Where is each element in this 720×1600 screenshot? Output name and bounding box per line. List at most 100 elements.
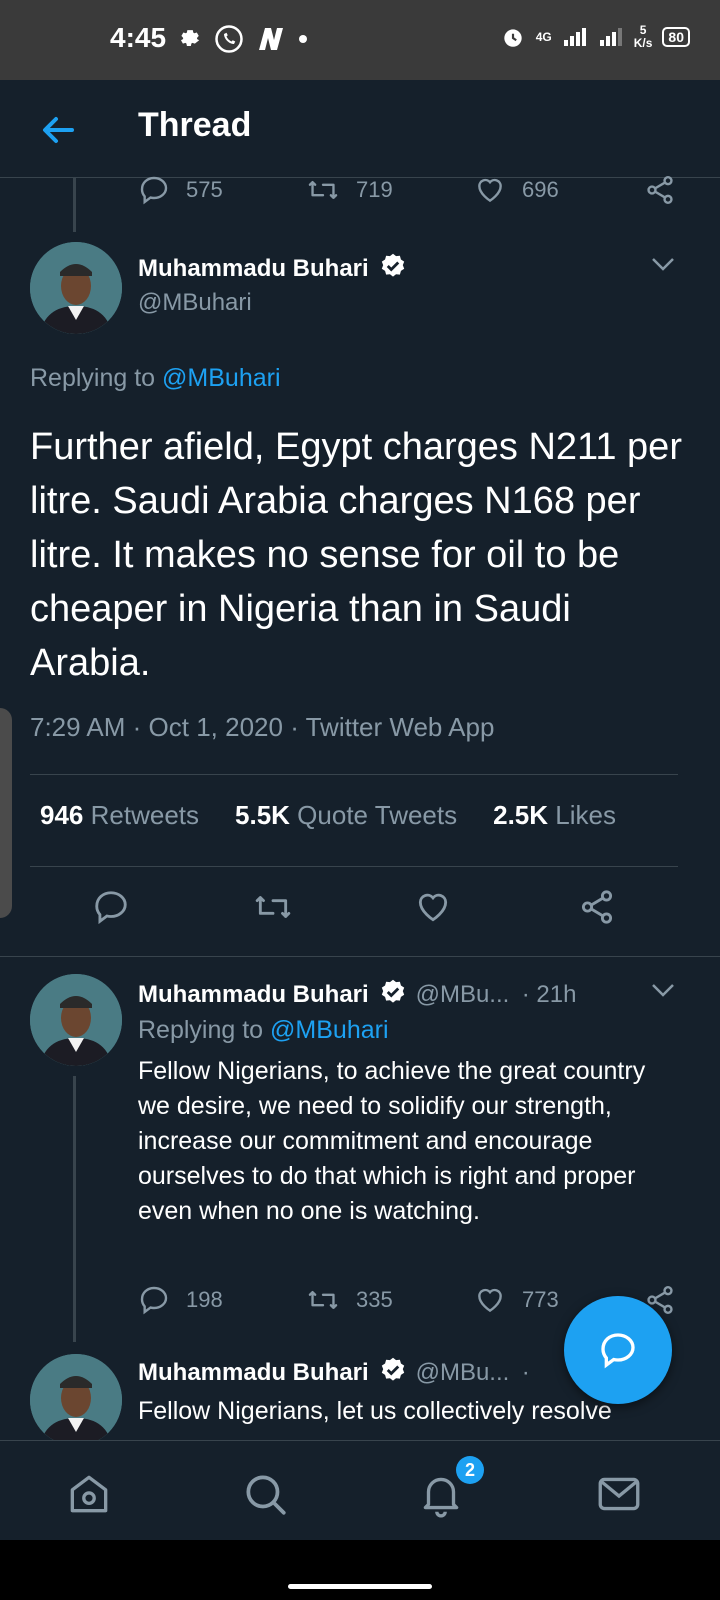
quotes-label: Quote Tweets xyxy=(297,800,458,830)
share-icon xyxy=(647,176,673,204)
avatar[interactable] xyxy=(30,242,122,334)
reply-count: 575 xyxy=(186,177,223,202)
divider xyxy=(30,774,678,775)
replying-to-line: Replying to @MBuhari xyxy=(138,1016,389,1045)
like-count: 696 xyxy=(522,177,559,202)
reply-action[interactable]: 575 xyxy=(138,174,223,206)
tweet-date: Oct 1, 2020 xyxy=(148,712,283,742)
share-icon[interactable] xyxy=(578,888,616,926)
reply-text: Fellow Nigerians, let us collectively re… xyxy=(138,1397,612,1425)
status-bar: 4:45 4G 5 K/s 80 xyxy=(0,0,720,80)
author-name[interactable]: Muhammadu Buhari xyxy=(138,255,369,282)
avatar[interactable] xyxy=(30,1354,122,1446)
bottom-nav xyxy=(0,1440,720,1540)
profile-photo-icon xyxy=(30,974,122,1066)
chevron-down-icon[interactable] xyxy=(650,980,676,1000)
replying-to-link[interactable]: @MBuhari xyxy=(270,1016,388,1044)
verified-badge-icon xyxy=(381,1357,405,1381)
n-app-icon xyxy=(259,28,283,50)
edge-panel-handle[interactable] xyxy=(0,708,12,918)
reply-action[interactable]: 198 xyxy=(138,1284,223,1316)
notification-dot-icon xyxy=(299,35,307,43)
tweet-text: Further afield, Egypt charges N211 per l… xyxy=(30,426,682,684)
retweet-icon xyxy=(308,1290,338,1310)
page-title: Thread xyxy=(138,106,252,144)
retweets-count: 946 xyxy=(40,800,84,830)
tweet-meta: 7:29 AM · Oct 1, 2020 · Twitter Web App xyxy=(30,712,494,743)
main-tweet-actions xyxy=(0,888,720,938)
likes-label: Likes xyxy=(555,800,616,830)
likes-count: 2.5K xyxy=(493,800,549,830)
author-handle[interactable]: @MBuhari xyxy=(138,289,407,317)
settings-gear-icon xyxy=(180,30,200,47)
main-tweet-author: Muhammadu Buhari @MBuhari xyxy=(138,252,407,317)
battery-level: 80 xyxy=(668,29,684,45)
signal-icon xyxy=(563,28,586,46)
divider xyxy=(0,956,720,957)
share-action[interactable] xyxy=(644,174,676,206)
retweet-icon xyxy=(308,180,338,200)
like-count: 773 xyxy=(522,1287,559,1312)
divider xyxy=(30,866,678,867)
author-handle[interactable]: @MBu... xyxy=(416,981,510,1008)
chevron-down-icon[interactable] xyxy=(650,254,676,274)
replying-to-link[interactable]: @MBuhari xyxy=(162,364,280,392)
status-left-icons xyxy=(176,24,308,54)
messages-mail-icon[interactable] xyxy=(594,1469,644,1519)
retweet-count: 335 xyxy=(356,1287,393,1312)
profile-photo-icon xyxy=(30,1354,122,1446)
retweet-action[interactable]: 335 xyxy=(306,1284,393,1316)
quote-tweets-stat[interactable]: 5.5K Quote Tweets xyxy=(235,800,457,831)
battery-icon: 80 xyxy=(662,27,690,47)
reply-icon xyxy=(140,1286,168,1315)
like-action[interactable]: 696 xyxy=(474,174,559,206)
back-arrow-icon xyxy=(43,117,74,143)
reply-icon xyxy=(140,176,168,205)
speed-unit: K/s xyxy=(633,36,653,50)
author-name[interactable]: Muhammadu Buhari xyxy=(138,981,369,1008)
back-button[interactable] xyxy=(38,110,78,150)
status-right-icons: 4G 5 K/s 80 xyxy=(500,24,690,50)
replying-prefix: Replying to xyxy=(30,364,156,392)
tweet-source[interactable]: Twitter Web App xyxy=(306,712,495,742)
retweets-stat[interactable]: 946 Retweets xyxy=(40,800,199,831)
retweet-count: 719 xyxy=(356,177,393,202)
thread-header: Thread xyxy=(0,80,720,178)
tweet-stats: 946 Retweets 5.5K Quote Tweets 2.5K Like… xyxy=(40,800,616,831)
alarm-icon xyxy=(504,29,522,47)
heart-icon xyxy=(478,178,502,203)
tweet-time: 7:29 AM xyxy=(30,712,126,742)
meta-sep-2: · xyxy=(290,712,306,742)
reply-text: Fellow Nigerians, to achieve the great c… xyxy=(138,1057,646,1225)
replying-prefix: Replying to xyxy=(138,1016,264,1044)
heart-icon[interactable] xyxy=(414,888,452,926)
network-type: 4G xyxy=(535,30,552,44)
retweet-icon[interactable] xyxy=(252,888,294,926)
author-handle[interactable]: @MBu... xyxy=(416,1359,510,1386)
reply-count: 198 xyxy=(186,1287,223,1312)
network-speed: 5 K/s xyxy=(634,24,653,50)
whatsapp-icon xyxy=(215,25,243,53)
tweet-age: · xyxy=(521,1359,530,1386)
reply-author-line: Muhammadu Buhari @MBu... · 21h xyxy=(138,978,576,1009)
prev-tweet-actions: 575 719 696 xyxy=(0,172,720,212)
notification-badge: 2 xyxy=(456,1456,484,1484)
reply-icon[interactable] xyxy=(92,888,130,926)
retweets-label: Retweets xyxy=(90,800,200,830)
quotes-count: 5.5K xyxy=(235,800,290,830)
retweet-action[interactable]: 719 xyxy=(306,174,393,206)
avatar[interactable] xyxy=(30,974,122,1066)
compose-reply-button[interactable] xyxy=(564,1296,672,1404)
status-time: 4:45 xyxy=(110,22,167,53)
home-icon[interactable] xyxy=(64,1469,114,1519)
like-action[interactable]: 773 xyxy=(474,1284,559,1316)
verified-badge-icon xyxy=(381,979,405,1003)
author-name[interactable]: Muhammadu Buhari xyxy=(138,1359,369,1386)
likes-stat[interactable]: 2.5K Likes xyxy=(493,800,616,831)
home-gesture-handle[interactable] xyxy=(288,1584,432,1589)
heart-icon xyxy=(478,1288,502,1313)
search-icon[interactable] xyxy=(240,1469,290,1519)
verified-badge-icon xyxy=(381,253,405,277)
signal-2-icon xyxy=(599,28,622,46)
reply-author-line: Muhammadu Buhari @MBu... · xyxy=(138,1356,530,1387)
